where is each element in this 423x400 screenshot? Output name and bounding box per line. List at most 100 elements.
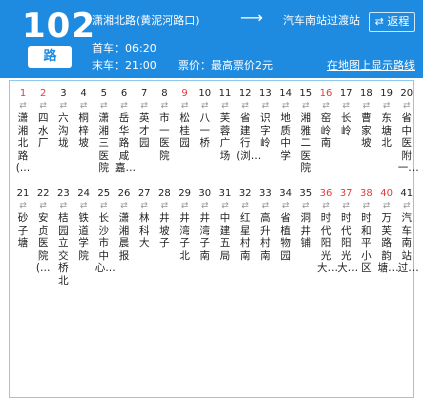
- stop-item[interactable]: 41 ⇄ 汽车南站过…: [398, 187, 419, 275]
- stop-item[interactable]: 8 ⇄ 市一医院: [155, 87, 173, 162]
- bidirectional-arrow-icon: ⇄: [302, 201, 310, 211]
- last-bus-time: 末车：21:00: [92, 59, 157, 72]
- stop-item[interactable]: 20 ⇄ 省中医附一…: [398, 87, 419, 175]
- stop-name: 万芙路韵塘…: [377, 212, 399, 274]
- stop-item[interactable]: 32 ⇄ 红星村南: [236, 187, 254, 262]
- stop-name: 六沟垅: [58, 112, 69, 149]
- stop-item[interactable]: 28 ⇄ 井坡子: [155, 187, 173, 250]
- stop-item[interactable]: 19 ⇄ 东塘北: [378, 87, 396, 150]
- stop-item[interactable]: 25 ⇄ 长沙市中心…: [95, 187, 116, 275]
- stop-name: 高升村南: [260, 212, 271, 262]
- fare-info: 票价：最高票价2元: [178, 59, 273, 72]
- bidirectional-arrow-icon: ⇄: [201, 201, 209, 211]
- stop-item[interactable]: 3 ⇄ 六沟垅: [54, 87, 72, 150]
- stop-number: 19: [380, 88, 393, 99]
- stop-item[interactable]: 2 ⇄ 四水厂: [34, 87, 52, 150]
- stop-number: 27: [137, 188, 151, 199]
- stop-item[interactable]: 35 ⇄ 洞井铺: [297, 187, 315, 250]
- stop-number: 4: [80, 88, 87, 99]
- stop-item[interactable]: 16 ⇄ 窑岭南: [317, 87, 335, 150]
- stop-item[interactable]: 36 ⇄ 时代阳光大…: [317, 187, 338, 275]
- bidirectional-arrow-icon: ⇄: [160, 101, 169, 111]
- stop-item[interactable]: 22 ⇄ 安贞医院(…: [34, 187, 52, 275]
- stop-number: 7: [141, 88, 148, 99]
- stop-number: 30: [198, 188, 212, 199]
- stop-name: 省建行(浏…: [236, 112, 262, 162]
- origin-stop: 潇湘北路(黄泥河路口): [92, 14, 200, 27]
- destination-stop: 汽车南站过渡站: [283, 14, 360, 27]
- stop-name: 潇湘北路(…: [15, 112, 31, 174]
- stop-name: 潇湘三医院: [98, 112, 110, 174]
- stop-number: 28: [158, 188, 171, 199]
- stop-item[interactable]: 30 ⇄ 井湾子南: [196, 187, 214, 262]
- stop-number: 32: [238, 188, 252, 199]
- bidirectional-arrow-icon: ⇄: [100, 101, 108, 111]
- stop-number: 14: [279, 88, 292, 99]
- stop-name: 湘雅二医院: [300, 112, 312, 174]
- stop-item[interactable]: 18 ⇄ 曹家坡: [357, 87, 375, 150]
- stop-name: 中建五局: [219, 212, 231, 262]
- stop-name: 桔园立交桥北: [58, 212, 69, 287]
- stop-item[interactable]: 6 ⇄ 岳华路咸嘉…: [115, 87, 136, 175]
- stop-item[interactable]: 1 ⇄ 潇湘北路(…: [14, 87, 32, 175]
- stop-item[interactable]: 13 ⇄ 识字岭: [256, 87, 274, 150]
- stop-item[interactable]: 38 ⇄ 时和平小区: [357, 187, 375, 275]
- stop-item[interactable]: 40 ⇄ 万芙路韵塘…: [377, 187, 399, 275]
- bidirectional-arrow-icon: ⇄: [140, 101, 148, 111]
- bidirectional-arrow-icon: ⇄: [261, 201, 270, 211]
- bidirectional-arrow-icon: ⇄: [180, 201, 189, 211]
- stop-name: 桐梓坡: [78, 112, 89, 149]
- stop-item[interactable]: 11 ⇄ 芙蓉广场: [216, 87, 234, 162]
- return-button[interactable]: ⇄ 返程: [369, 12, 415, 32]
- stop-item[interactable]: 9 ⇄ 松桂园: [176, 87, 194, 150]
- stop-name: 识字岭: [260, 112, 271, 149]
- stop-number: 38: [360, 188, 373, 199]
- stop-item[interactable]: 12 ⇄ 省建行(浏…: [236, 87, 262, 162]
- stop-item[interactable]: 37 ⇄ 时代阳光大…: [337, 187, 358, 275]
- stop-item[interactable]: 4 ⇄ 桐梓坡: [75, 87, 93, 150]
- bidirectional-arrow-icon: ⇄: [261, 101, 270, 111]
- stop-number: 25: [97, 188, 111, 199]
- stop-item[interactable]: 24 ⇄ 铁道学院: [75, 187, 93, 262]
- bidirectional-arrow-icon: ⇄: [221, 201, 229, 211]
- bidirectional-arrow-icon: ⇄: [382, 201, 391, 211]
- stop-name: 安贞医院(…: [35, 212, 51, 274]
- stop-item[interactable]: 21 ⇄ 砂子塘: [14, 187, 32, 250]
- bidirectional-arrow-icon: ⇄: [362, 201, 371, 211]
- bidirectional-arrow-icon: ⇄: [120, 201, 128, 211]
- stop-number: 29: [178, 188, 191, 199]
- stop-item[interactable]: 10 ⇄ 八一桥: [196, 87, 214, 150]
- stop-name: 井湾子南: [199, 212, 211, 262]
- stop-name: 潇湘晨报: [118, 212, 130, 262]
- bidirectional-arrow-icon: ⇄: [281, 101, 290, 111]
- stop-number: 17: [339, 88, 353, 99]
- stop-item[interactable]: 26 ⇄ 潇湘晨报: [115, 187, 133, 262]
- bidirectional-arrow-icon: ⇄: [100, 201, 108, 211]
- stop-item[interactable]: 29 ⇄ 井湾子北: [176, 187, 194, 262]
- stop-list: 1 ⇄ 潇湘北路(… 2 ⇄ 四水厂 3 ⇄ 六沟垅 4 ⇄ 桐梓坡 5 ⇄ 潇湘三医院 6 ⇄ 岳华路咸嘉… 7 ⇄…: [9, 80, 419, 398]
- stop-name: 四水厂: [37, 112, 49, 149]
- stop-number: 3: [60, 88, 67, 99]
- stop-number: 26: [117, 188, 131, 199]
- stop-name: 林科大: [138, 212, 150, 249]
- stop-item[interactable]: 33 ⇄ 高升村南: [256, 187, 274, 262]
- stop-item[interactable]: 7 ⇄ 英才园: [135, 87, 153, 150]
- stop-number: 2: [40, 88, 47, 99]
- bidirectional-arrow-icon: ⇄: [362, 101, 371, 111]
- stop-item[interactable]: 23 ⇄ 桔园立交桥北: [54, 187, 72, 287]
- stop-item[interactable]: 14 ⇄ 地质中学: [277, 87, 295, 162]
- bidirectional-arrow-icon: ⇄: [59, 201, 68, 211]
- stop-number: 11: [218, 88, 232, 99]
- stop-number: 6: [120, 88, 128, 99]
- stop-item[interactable]: 27 ⇄ 林科大: [135, 187, 153, 250]
- stop-item[interactable]: 34 ⇄ 省植物园: [277, 187, 295, 262]
- stop-item[interactable]: 5 ⇄ 潇湘三医院: [95, 87, 113, 175]
- bidirectional-arrow-icon: ⇄: [221, 101, 229, 111]
- stop-item[interactable]: 17 ⇄ 长岭: [337, 87, 355, 137]
- bidirectional-arrow-icon: ⇄: [382, 101, 391, 111]
- stop-item[interactable]: 31 ⇄ 中建五局: [216, 187, 234, 262]
- bidirectional-arrow-icon: ⇄: [39, 201, 47, 211]
- show-on-map-link[interactable]: 在地图上显示路线: [327, 57, 415, 73]
- bidirectional-arrow-icon: ⇄: [79, 201, 88, 211]
- stop-item[interactable]: 15 ⇄ 湘雅二医院: [297, 87, 315, 175]
